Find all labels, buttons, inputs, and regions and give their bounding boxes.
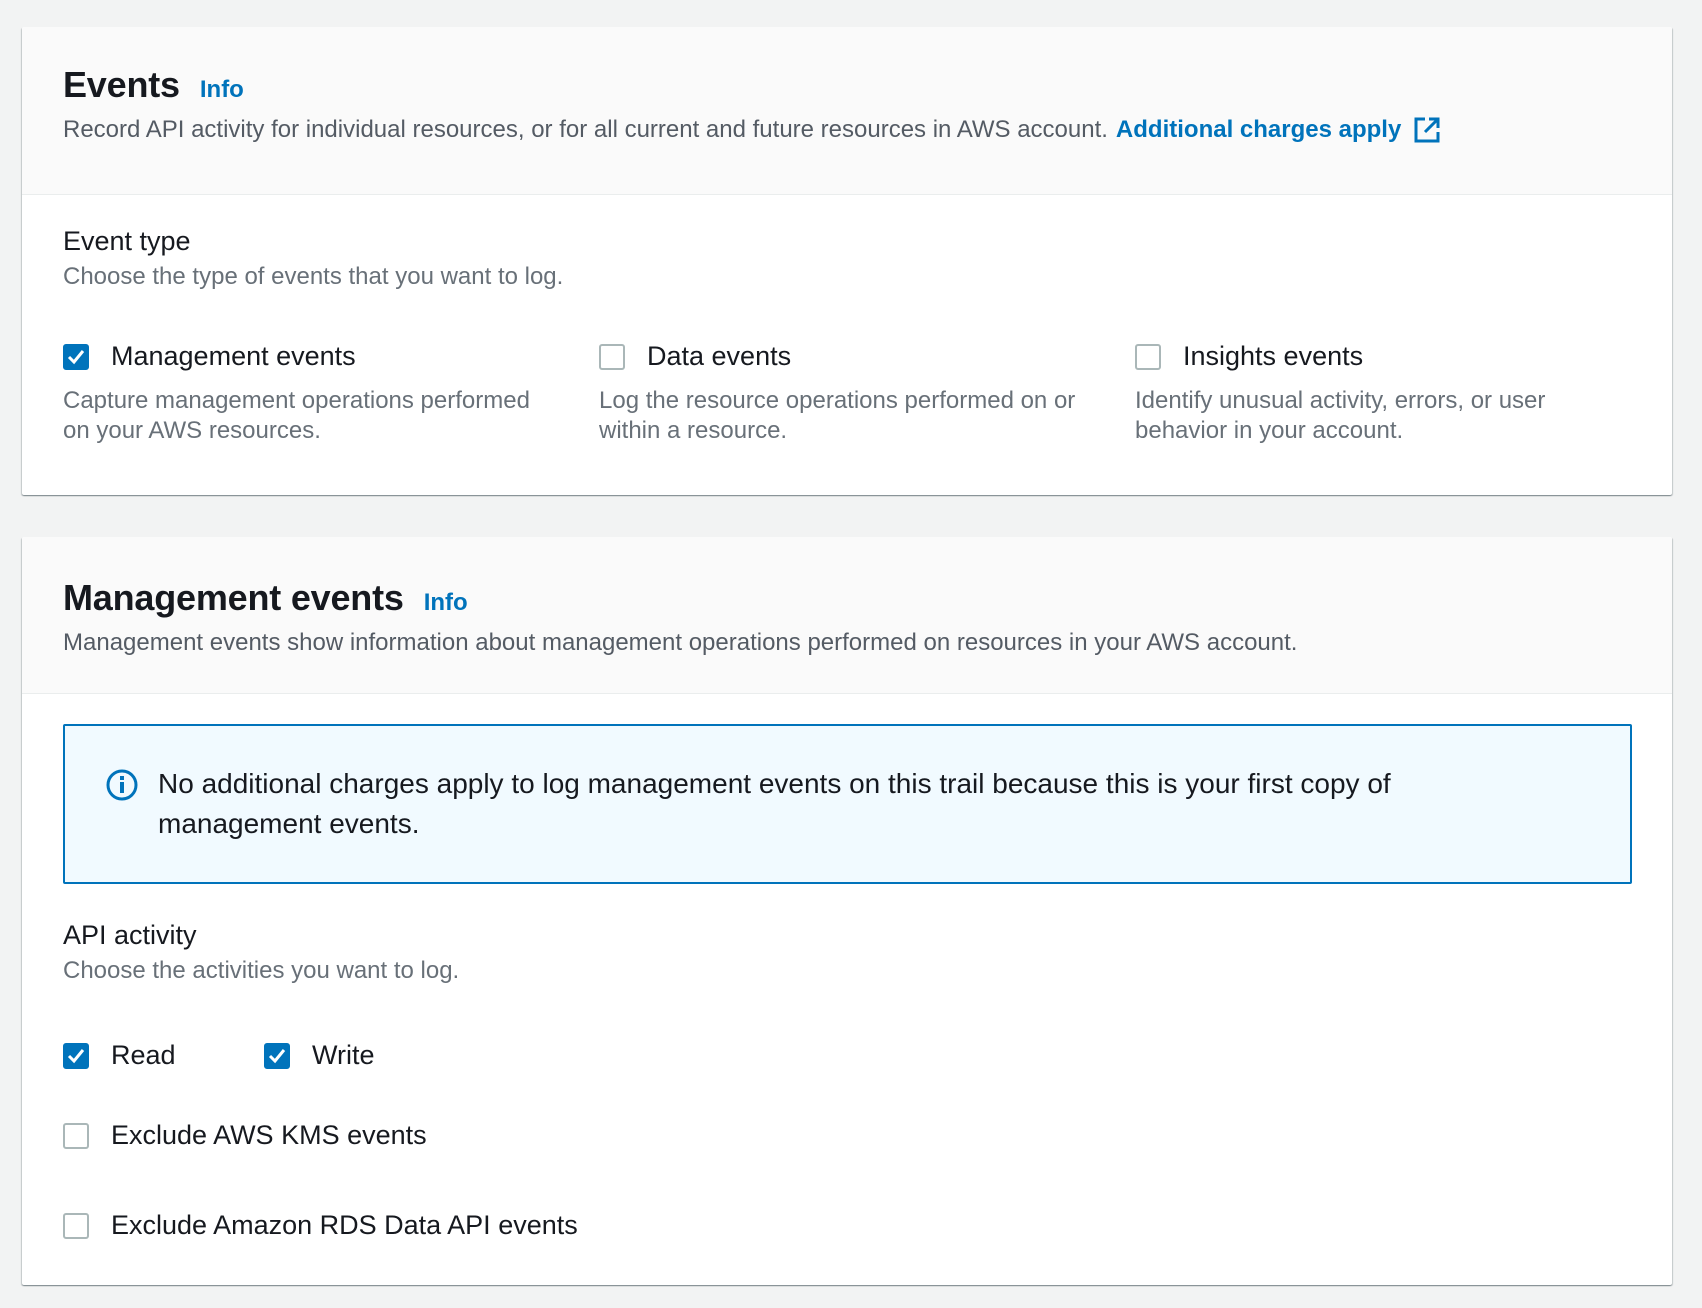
- exclude-rds-option: Exclude Amazon RDS Data API events: [63, 1210, 578, 1241]
- write-checkbox[interactable]: [264, 1042, 290, 1069]
- read-checkbox[interactable]: [63, 1042, 89, 1069]
- management-events-panel: Management events Info Management events…: [22, 537, 1672, 1285]
- management-info-link[interactable]: Info: [424, 589, 468, 617]
- check-icon: [268, 1048, 286, 1063]
- management-events-description: Capture management operations performed …: [63, 387, 530, 444]
- api-activity-label: API activity: [63, 920, 197, 950]
- read-label[interactable]: Read: [111, 1040, 176, 1071]
- insights-events-label[interactable]: Insights events: [1183, 341, 1363, 372]
- management-events-label[interactable]: Management events: [111, 341, 356, 372]
- additional-charges-link[interactable]: Additional charges apply: [1116, 116, 1441, 144]
- additional-charges-link-text[interactable]: Additional charges apply: [1116, 116, 1401, 144]
- exclude-kms-option: Exclude AWS KMS events: [63, 1120, 427, 1151]
- management-title: Management events: [63, 577, 404, 618]
- management-description: Management events show information about…: [63, 629, 1298, 656]
- insights-events-checkbox[interactable]: [1135, 343, 1161, 370]
- events-title: Events: [63, 64, 180, 105]
- info-circle-icon: [105, 768, 139, 807]
- event-type-option-insights: Insights events Identify unusual activit…: [1135, 341, 1671, 446]
- write-option: Write: [264, 1040, 375, 1071]
- exclude-kms-checkbox[interactable]: [63, 1122, 89, 1149]
- info-alert-text: No additional charges apply to log manag…: [158, 768, 1391, 839]
- api-activity-options: Read Write: [63, 1040, 375, 1071]
- events-info-link[interactable]: Info: [200, 76, 244, 104]
- events-description-text: Record API activity for individual resou…: [63, 116, 1108, 143]
- insights-events-description: Identify unusual activity, errors, or us…: [1135, 387, 1546, 444]
- data-events-label[interactable]: Data events: [647, 341, 791, 372]
- data-events-description: Log the resource operations performed on…: [599, 387, 1076, 444]
- read-option: Read: [63, 1040, 264, 1071]
- events-description: Record API activity for individual resou…: [63, 116, 1672, 144]
- management-panel-header: Management events Info Management events…: [22, 537, 1672, 694]
- check-icon: [67, 349, 85, 364]
- event-type-option-data: Data events Log the resource operations …: [599, 341, 1135, 446]
- events-panel-header: Events Info Record API activity for indi…: [22, 27, 1672, 195]
- event-type-sublabel: Choose the type of events that you want …: [63, 263, 564, 290]
- write-label[interactable]: Write: [312, 1040, 375, 1071]
- event-type-option-management: Management events Capture management ope…: [63, 341, 599, 446]
- data-events-checkbox[interactable]: [599, 343, 625, 370]
- event-type-options: Management events Capture management ope…: [63, 341, 1671, 446]
- exclude-kms-label[interactable]: Exclude AWS KMS events: [111, 1120, 427, 1151]
- management-events-checkbox[interactable]: [63, 343, 89, 370]
- external-link-icon[interactable]: [1413, 116, 1441, 144]
- info-alert: No additional charges apply to log manag…: [63, 724, 1632, 884]
- exclude-rds-checkbox[interactable]: [63, 1212, 89, 1239]
- exclude-rds-label[interactable]: Exclude Amazon RDS Data API events: [111, 1210, 578, 1241]
- check-icon: [67, 1048, 85, 1063]
- api-activity-sublabel: Choose the activities you want to log.: [63, 957, 460, 984]
- event-type-label: Event type: [63, 226, 191, 256]
- events-panel: Events Info Record API activity for indi…: [22, 27, 1672, 495]
